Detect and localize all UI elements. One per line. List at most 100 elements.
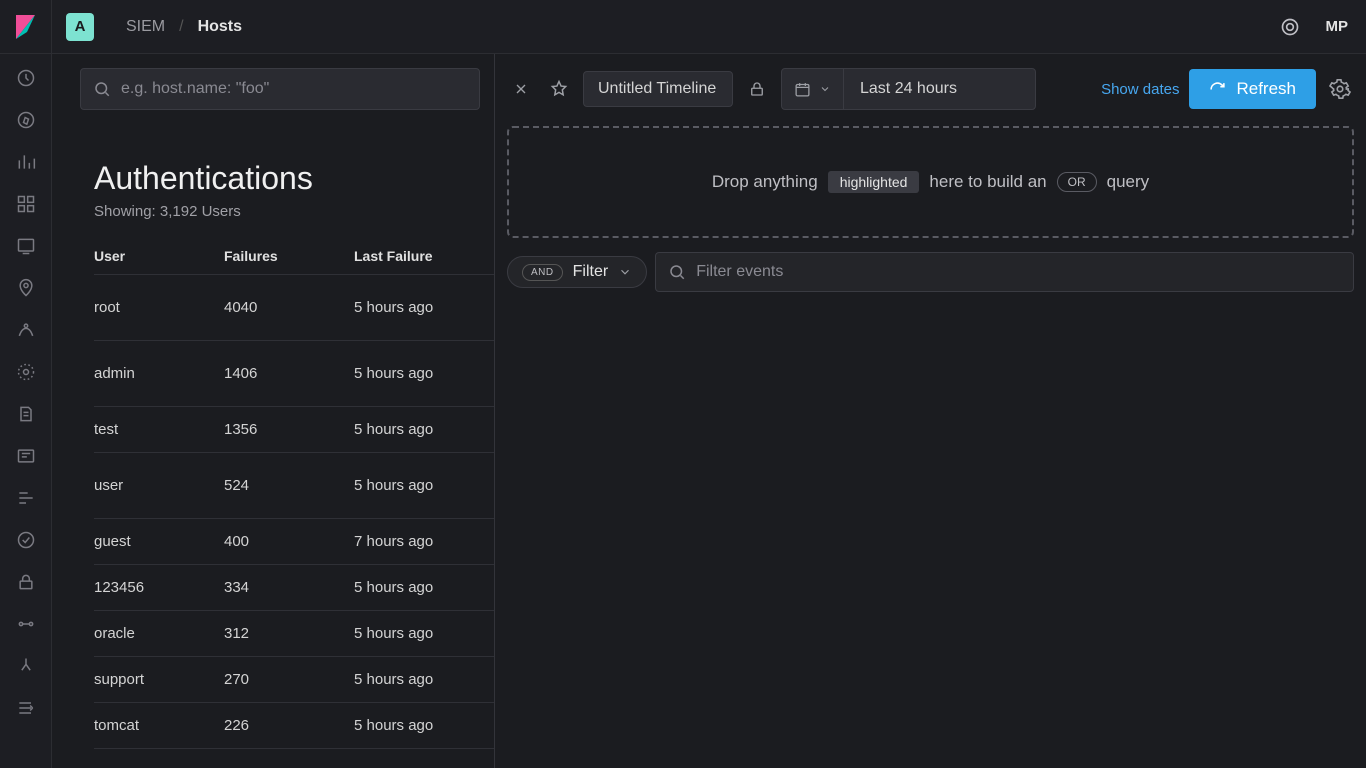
cell-user: 123456 — [94, 579, 224, 596]
show-dates-link[interactable]: Show dates — [1101, 81, 1179, 98]
cell-user: support — [94, 671, 224, 688]
cell-user: guest — [94, 533, 224, 550]
table-row[interactable]: oracle3125 hours ago — [94, 611, 494, 657]
timeline-title-input[interactable]: Untitled Timeline — [583, 71, 733, 107]
rail-dashboard-icon[interactable] — [16, 194, 36, 214]
drop-hint-or-chip: or — [1057, 172, 1097, 192]
favorite-timeline-button[interactable] — [545, 75, 573, 103]
rail-discover-icon[interactable] — [16, 110, 36, 130]
app-logo[interactable] — [0, 0, 52, 54]
cell-user: admin — [94, 365, 224, 382]
topbar: A SIEM / Hosts MP — [0, 0, 1366, 54]
rail-logs-icon[interactable] — [16, 404, 36, 424]
space-badge[interactable]: A — [66, 13, 94, 41]
chevron-down-icon — [819, 83, 831, 95]
kql-search[interactable] — [80, 68, 480, 110]
rail-uptime-icon[interactable] — [16, 488, 36, 508]
drop-hint-mid: here to build an — [929, 172, 1046, 192]
filter-row: AND Filter — [507, 252, 1354, 292]
news-feed-icon[interactable] — [1276, 13, 1304, 41]
table-row[interactable]: root40405 hours ago — [94, 275, 494, 341]
date-quick-select[interactable] — [782, 69, 844, 109]
lock-timeline-button[interactable] — [743, 75, 771, 103]
cell-last_failure: 5 hours ago — [354, 671, 480, 688]
cell-last_failure: 5 hours ago — [354, 625, 480, 642]
rail-dev-tools-icon[interactable] — [16, 614, 36, 634]
cell-user: root — [94, 299, 224, 316]
rail-infrastructure-icon[interactable] — [16, 362, 36, 382]
table-row[interactable]: test13565 hours ago — [94, 407, 494, 453]
refresh-icon — [1209, 81, 1226, 98]
breadcrumb-item-hosts[interactable]: Hosts — [198, 18, 242, 36]
breadcrumb: SIEM / Hosts — [126, 18, 242, 36]
rail-siem-icon[interactable] — [16, 530, 36, 550]
cell-failures: 524 — [224, 477, 354, 494]
filter-events-input[interactable] — [696, 263, 1341, 281]
section-subtitle: Showing: 3,192 Users — [94, 203, 494, 220]
rail-recent-icon[interactable] — [16, 68, 36, 88]
topbar-right: MP — [1276, 13, 1353, 41]
user-avatar[interactable]: MP — [1326, 18, 1349, 35]
cell-last_failure: 5 hours ago — [354, 717, 480, 734]
table-row[interactable]: support2705 hours ago — [94, 657, 494, 703]
timeline-pane: Untitled Timeline Last 24 hours Show dat… — [495, 54, 1366, 768]
calendar-icon — [794, 81, 811, 98]
cell-user: oracle — [94, 625, 224, 642]
topbar-left: A SIEM / Hosts — [0, 0, 242, 53]
rail-management-icon[interactable] — [16, 656, 36, 676]
query-drop-zone[interactable]: Drop anything highlighted here to build … — [507, 126, 1354, 238]
rail-apm-icon[interactable] — [16, 446, 36, 466]
search-icon — [668, 263, 686, 281]
breadcrumb-separator: / — [179, 18, 183, 36]
side-rail — [0, 54, 52, 768]
rail-collapse-icon[interactable] — [16, 698, 36, 718]
cell-failures: 400 — [224, 533, 354, 550]
table-row[interactable]: tomcat2265 hours ago — [94, 703, 494, 749]
table-header: User Failures Last Failure — [94, 238, 494, 275]
filter-label: Filter — [573, 263, 609, 281]
cell-failures: 226 — [224, 717, 354, 734]
cell-last_failure: 5 hours ago — [354, 579, 480, 596]
filter-events-search[interactable] — [655, 252, 1354, 292]
chevron-down-icon — [618, 265, 632, 279]
rail-maps-icon[interactable] — [16, 278, 36, 298]
rail-visualize-icon[interactable] — [16, 152, 36, 172]
cell-failures: 312 — [224, 625, 354, 642]
timeline-header: Untitled Timeline Last 24 hours Show dat… — [507, 68, 1354, 110]
auth-table: User Failures Last Failure root40405 hou… — [94, 238, 494, 749]
section-title: Authentications — [94, 160, 494, 197]
refresh-button-label: Refresh — [1236, 79, 1296, 99]
col-last-failure[interactable]: Last Failure — [354, 248, 480, 264]
cell-user: test — [94, 421, 224, 438]
star-icon — [549, 79, 569, 99]
date-range-label[interactable]: Last 24 hours — [844, 69, 1035, 109]
rail-ml-icon[interactable] — [16, 320, 36, 340]
breadcrumb-item-siem[interactable]: SIEM — [126, 18, 165, 36]
rail-canvas-icon[interactable] — [16, 236, 36, 256]
cell-failures: 4040 — [224, 299, 354, 316]
kql-search-input[interactable] — [121, 80, 467, 98]
rail-security-icon[interactable] — [16, 572, 36, 592]
and-badge: AND — [522, 264, 563, 281]
left-pane: Authentications Showing: 3,192 Users Use… — [52, 54, 495, 768]
col-user[interactable]: User — [94, 248, 224, 264]
table-row[interactable]: guest4007 hours ago — [94, 519, 494, 565]
and-filter-pill[interactable]: AND Filter — [507, 256, 647, 288]
drop-hint-pre: Drop anything — [712, 172, 818, 192]
timeline-settings-button[interactable] — [1326, 75, 1354, 103]
date-picker[interactable]: Last 24 hours — [781, 68, 1036, 110]
kibana-logo-icon — [15, 14, 37, 40]
cell-last_failure: 5 hours ago — [354, 365, 480, 382]
table-row[interactable]: user5245 hours ago — [94, 453, 494, 519]
table-row[interactable]: admin14065 hours ago — [94, 341, 494, 407]
refresh-button[interactable]: Refresh — [1189, 69, 1316, 109]
close-icon — [513, 81, 529, 97]
col-failures[interactable]: Failures — [224, 248, 354, 264]
cell-last_failure: 7 hours ago — [354, 533, 480, 550]
lock-icon — [748, 80, 766, 98]
close-timeline-button[interactable] — [507, 75, 535, 103]
cell-last_failure: 5 hours ago — [354, 299, 480, 316]
cell-last_failure: 5 hours ago — [354, 421, 480, 438]
cell-failures: 1406 — [224, 365, 354, 382]
table-row[interactable]: 1234563345 hours ago — [94, 565, 494, 611]
